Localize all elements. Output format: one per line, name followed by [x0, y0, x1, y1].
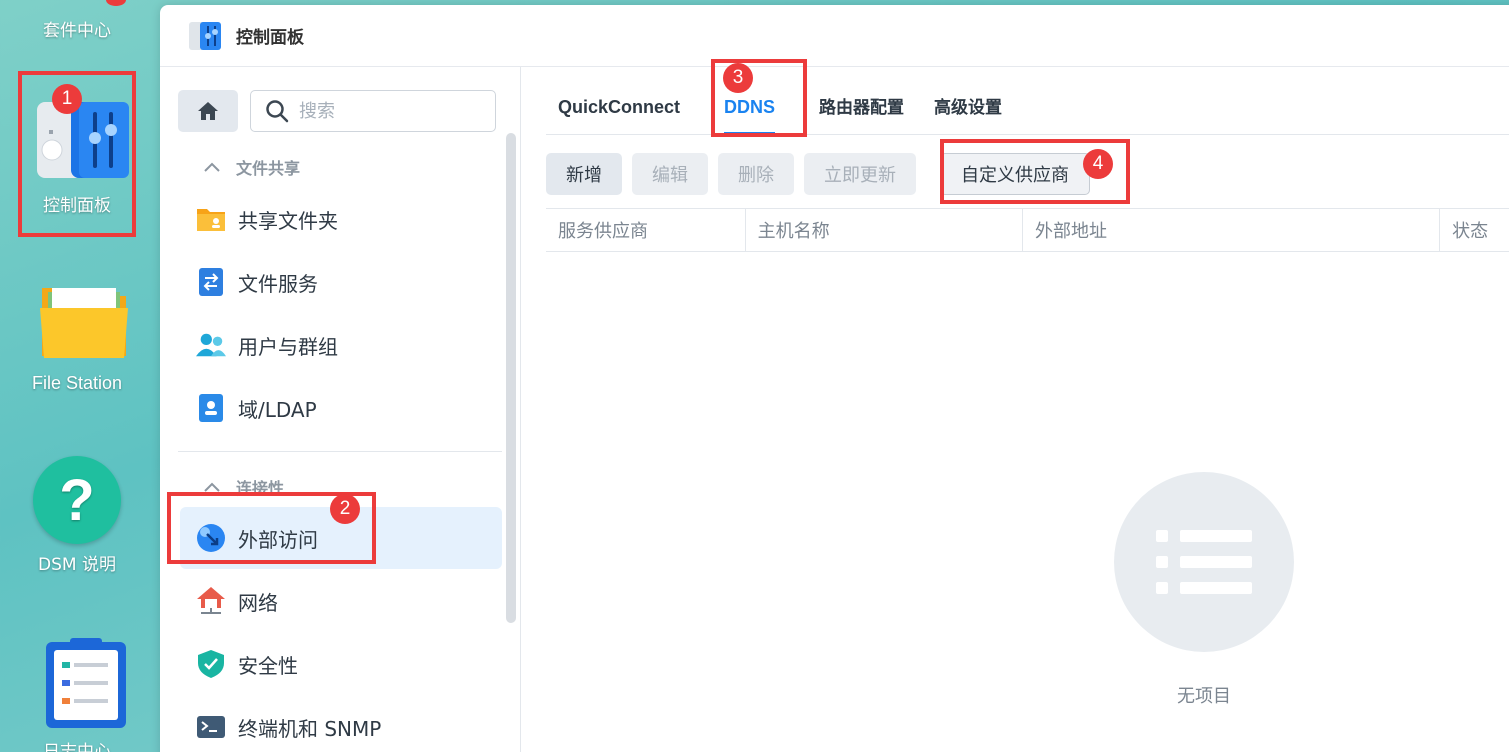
sidebar-item-label: 网络: [238, 590, 278, 615]
empty-list-icon: [1114, 472, 1294, 652]
sidebar-item-label: 用户与群组: [238, 334, 338, 359]
sidebar-item-terminal-snmp[interactable]: 终端机和 SNMP: [180, 696, 502, 752]
sidebar-item-domain-ldap[interactable]: 域/LDAP: [180, 377, 502, 439]
annotation-badge-2: 2: [330, 494, 360, 524]
sidebar-item-users-groups[interactable]: 用户与群组: [180, 314, 502, 376]
home-button[interactable]: [178, 90, 238, 132]
annotation-badge-4: 4: [1083, 149, 1113, 179]
domain-ldap-icon: [196, 393, 226, 423]
tab-quickconnect[interactable]: QuickConnect: [546, 97, 692, 134]
search-icon: [266, 100, 289, 123]
search-box[interactable]: [250, 90, 496, 132]
column-header-status[interactable]: 状态: [1440, 209, 1509, 251]
tab-bar: QuickConnect DDNS 路由器配置 高级设置: [546, 67, 1509, 135]
sidebar-item-label: 文件服务: [238, 271, 318, 296]
desktop-icon-label: File Station: [31, 373, 123, 393]
edit-button[interactable]: 编辑: [632, 153, 708, 195]
column-header-hostname[interactable]: 主机名称: [746, 209, 1024, 251]
shared-folder-icon: [196, 204, 226, 234]
shield-icon: [196, 649, 226, 679]
empty-state-text: 无项目: [1177, 686, 1231, 707]
update-now-button[interactable]: 立即更新: [804, 153, 916, 195]
desktop-dsm-help[interactable]: ? DSM 说明: [18, 456, 136, 575]
sidebar-item-label: 域/LDAP: [238, 397, 317, 422]
sidebar-item-label: 终端机和 SNMP: [238, 716, 382, 741]
terminal-icon: [196, 712, 226, 742]
tab-router-config[interactable]: 路由器配置: [807, 93, 916, 134]
column-header-external-address[interactable]: 外部地址: [1023, 209, 1441, 251]
desktop-icon-label: 日志中心: [43, 742, 111, 752]
window-title: 控制面板: [236, 28, 304, 48]
sidebar-item-label: 共享文件夹: [238, 208, 338, 233]
desktop-file-station[interactable]: File Station: [18, 278, 136, 394]
sidebar-item-security[interactable]: 安全性: [180, 633, 502, 695]
chevron-up-icon: [204, 162, 220, 172]
file-services-icon: [196, 267, 226, 297]
sidebar: 文件共享 共享文件夹 文件服务 用户与群组 域/LDAP: [160, 67, 521, 752]
desktop-icon-label: 套件中心: [43, 21, 111, 41]
desktop-icon-label: DSM 说明: [38, 555, 116, 575]
sidebar-item-shared-folder[interactable]: 共享文件夹: [180, 188, 502, 250]
help-icon: ?: [33, 456, 121, 544]
control-panel-icon: [189, 21, 221, 50]
sidebar-item-label: 安全性: [238, 653, 298, 678]
annotation-badge-1: 1: [52, 84, 82, 114]
tab-advanced[interactable]: 高级设置: [922, 93, 1014, 134]
sidebar-divider: [178, 451, 502, 452]
table-header: 服务供应商 主机名称 外部地址 状态: [546, 208, 1509, 252]
users-icon: [196, 330, 226, 360]
annotation-badge-3: 3: [723, 63, 753, 93]
sidebar-item-network[interactable]: 网络: [180, 570, 502, 632]
window-titlebar: 控制面板: [160, 5, 1509, 67]
search-input[interactable]: [299, 100, 479, 122]
chevron-up-icon: [204, 482, 220, 492]
column-header-provider[interactable]: 服务供应商: [546, 209, 746, 251]
log-center-icon: [45, 638, 126, 728]
desktop-log-center[interactable]: 日志中心: [18, 636, 136, 752]
desktop-package-center[interactable]: 套件中心: [18, 0, 136, 41]
sidebar-scrollbar[interactable]: [506, 133, 516, 623]
group-file-sharing[interactable]: 文件共享: [204, 155, 300, 179]
delete-button[interactable]: 删除: [718, 153, 794, 195]
sidebar-item-file-services[interactable]: 文件服务: [180, 251, 502, 313]
home-icon: [198, 102, 218, 120]
network-icon: [196, 586, 226, 616]
add-button[interactable]: 新增: [546, 153, 622, 195]
control-panel-window: 控制面板 文件共享 共享文件夹: [160, 5, 1509, 752]
folder-icon: [39, 288, 128, 358]
group-label: 文件共享: [236, 159, 301, 178]
